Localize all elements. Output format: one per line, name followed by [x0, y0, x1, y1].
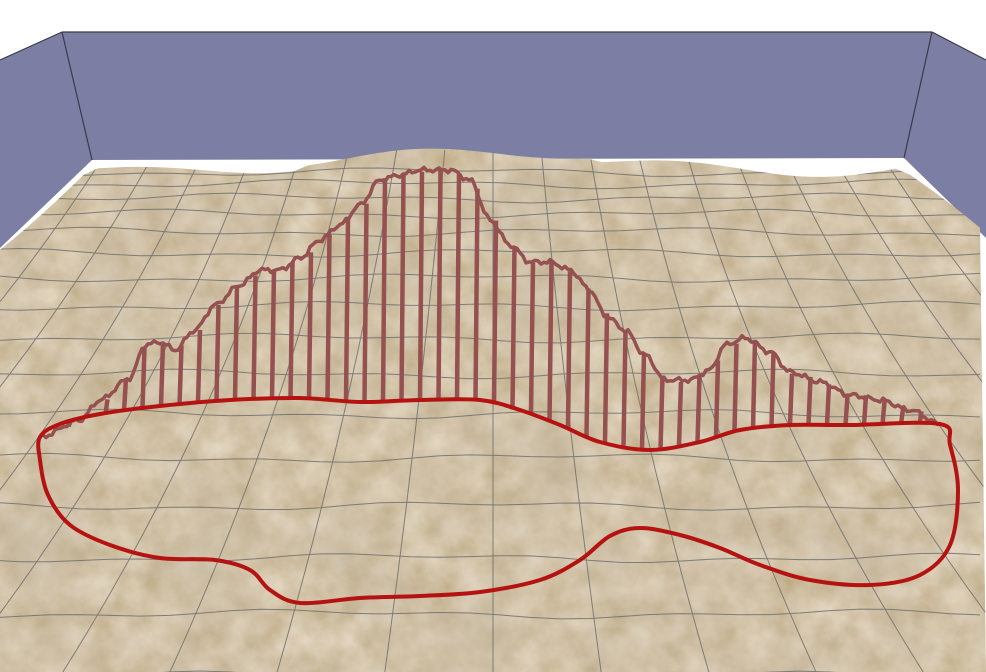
profile-stripe [787, 373, 795, 426]
profile-stripe [602, 313, 610, 443]
profile-stripe [473, 188, 480, 401]
profile-stripe [121, 378, 129, 412]
profile-stripe [380, 178, 388, 402]
profile-stripe [547, 260, 554, 423]
profile-stripe [658, 375, 665, 450]
profile-stripe [584, 288, 591, 438]
profile-stripe [306, 252, 314, 399]
profile-stripe [621, 331, 628, 446]
profile-stripe [639, 352, 647, 450]
profile-stripe [806, 376, 813, 426]
back-wall [62, 32, 932, 160]
profile-stripe [880, 401, 887, 425]
3d-scene [0, 0, 986, 672]
profile-stripe [769, 352, 776, 427]
profile-stripe [454, 173, 462, 401]
profile-stripe [824, 384, 832, 426]
profile-stripe [510, 246, 517, 410]
profile-stripe [676, 381, 684, 446]
profile-stripe [399, 174, 406, 401]
profile-stripe [214, 304, 221, 401]
profile-stripe [195, 329, 203, 403]
profile-stripe [528, 262, 536, 413]
profile-stripe [362, 203, 369, 403]
profile-stripe [343, 219, 351, 402]
profile-stripe [732, 343, 739, 431]
profile-stripe [177, 345, 184, 405]
profile-stripe [158, 342, 166, 407]
profile-stripe [417, 171, 425, 401]
profile-stripe [140, 348, 147, 408]
profile-stripe [269, 269, 277, 399]
profile-stripe [232, 285, 240, 401]
profile-stripe [491, 220, 499, 403]
profile-stripe [565, 271, 573, 427]
profile-stripe [695, 375, 702, 443]
profile-stripe [436, 168, 443, 401]
profile-stripe [288, 262, 295, 399]
profile-stripe [750, 339, 758, 430]
profile-stripe [325, 234, 332, 400]
profile-stripe [843, 395, 850, 426]
profile-stripe [713, 360, 721, 438]
profile-stripe [251, 275, 258, 400]
